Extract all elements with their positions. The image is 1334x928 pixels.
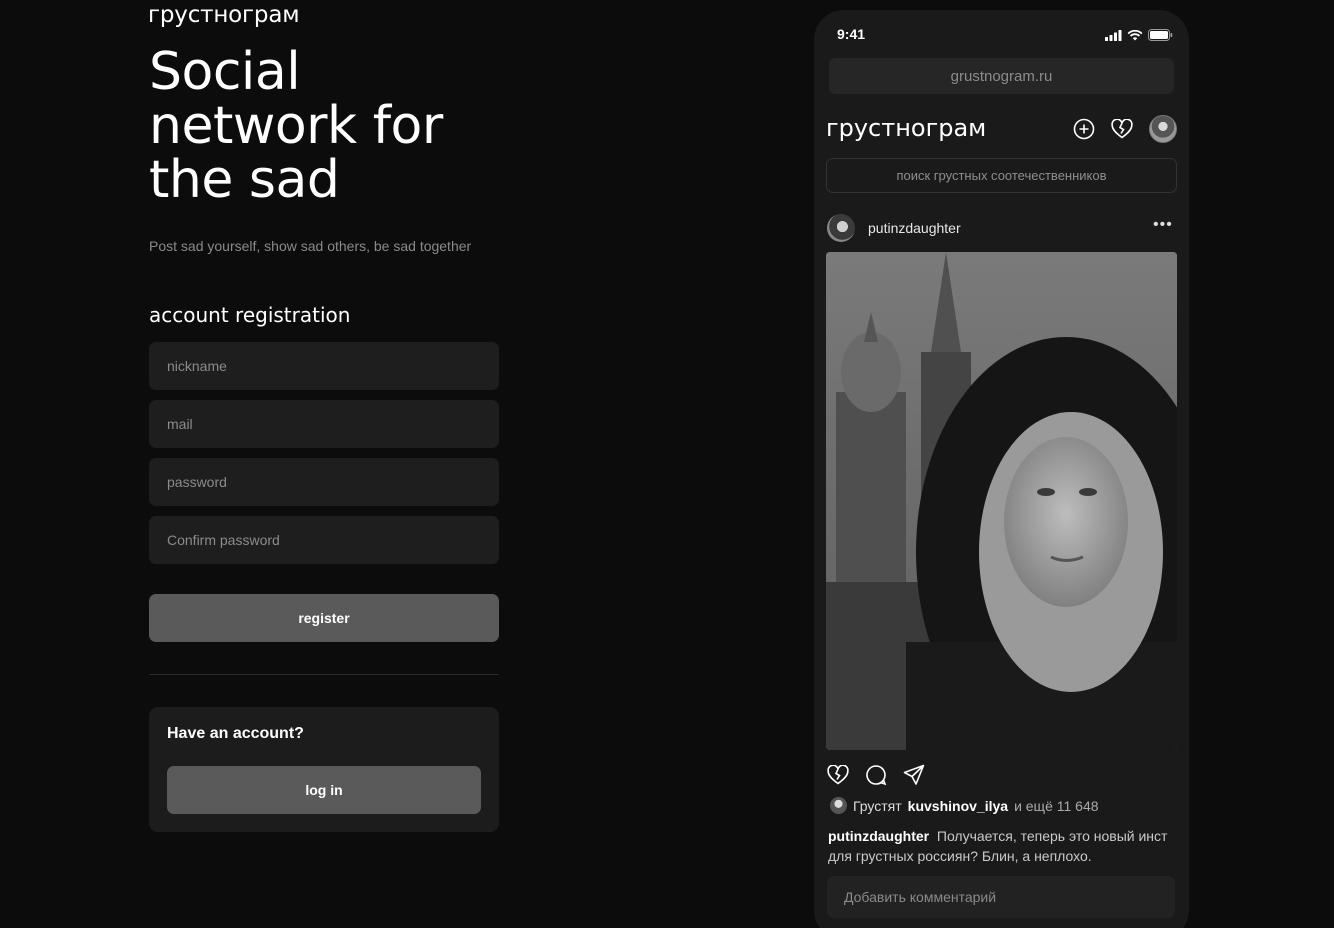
mail-input[interactable] <box>149 400 499 448</box>
hero-line: network for <box>149 96 443 156</box>
plus-circle-icon[interactable] <box>1072 117 1096 141</box>
liker-username[interactable]: kuvshinov_ilya <box>908 798 1008 814</box>
post-caption: putinzdaughter Получается, теперь это но… <box>828 826 1168 866</box>
confirm-password-input[interactable] <box>149 516 499 564</box>
more-dots-icon[interactable]: ••• <box>1153 216 1173 234</box>
hero-line: Social <box>149 42 301 102</box>
post-photo <box>826 252 1177 750</box>
status-icons <box>1105 28 1173 46</box>
cellular-signal-icon <box>1105 28 1122 46</box>
comment-bubble-icon[interactable] <box>864 763 888 787</box>
login-button[interactable]: log in <box>167 766 481 814</box>
post-actions <box>826 763 926 787</box>
register-button[interactable]: register <box>149 594 499 642</box>
likes-line: Грустят kuvshinov_ilya и ещё 11 648 <box>830 797 1099 814</box>
registration-title: account registration <box>149 303 351 327</box>
comment-input[interactable]: Добавить комментарий <box>827 876 1175 918</box>
paper-plane-icon[interactable] <box>902 763 926 787</box>
address-bar[interactable]: grustnogram.ru <box>829 58 1174 94</box>
post-avatar[interactable] <box>827 214 855 242</box>
post-username[interactable]: putinzdaughter <box>868 220 961 236</box>
brand-logo: грустнограм <box>148 2 300 28</box>
tagline: Post sad yourself, show sad others, be s… <box>149 238 472 254</box>
likes-count[interactable]: и ещё 11 648 <box>1014 798 1098 814</box>
divider <box>149 674 499 675</box>
search-input[interactable]: поиск грустных соотечественников <box>826 158 1177 193</box>
hero-line: the sad <box>149 150 340 210</box>
battery-icon <box>1148 28 1173 46</box>
hero-title: Social network for the sad <box>149 45 569 207</box>
status-bar: 9:41 <box>814 10 1189 54</box>
have-account-text: Have an account? <box>167 725 304 742</box>
app-title: грустнограм <box>826 114 987 142</box>
likes-prefix: Грустят <box>853 797 902 814</box>
phone-mockup: 9:41 grustnogram.ru грустнограм поиск гр… <box>814 10 1189 928</box>
liker-avatar <box>830 797 847 814</box>
caption-username[interactable]: putinzdaughter <box>828 828 929 844</box>
password-input[interactable] <box>149 458 499 506</box>
status-time: 9:41 <box>837 26 866 42</box>
broken-heart-icon[interactable] <box>826 763 850 787</box>
nickname-input[interactable] <box>149 342 499 390</box>
profile-avatar[interactable] <box>1149 115 1177 143</box>
login-card: Have an account? log in <box>149 707 499 832</box>
broken-heart-icon[interactable] <box>1110 117 1134 141</box>
wifi-icon <box>1127 28 1143 46</box>
